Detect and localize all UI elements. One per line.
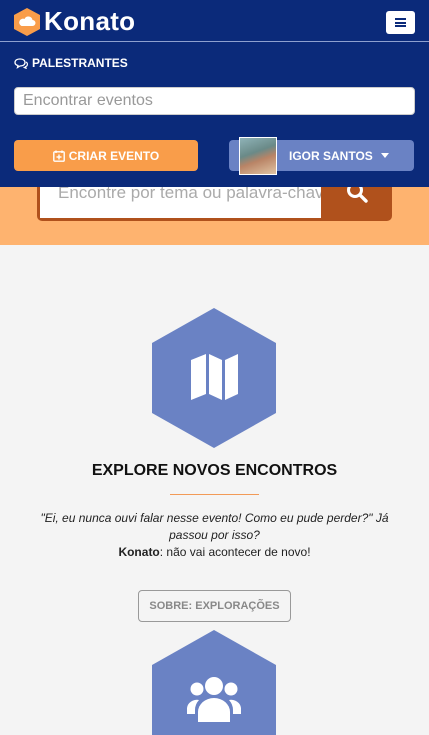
brand-row: Konato xyxy=(0,0,429,42)
feature-title: EXPLORE NOVOS ENCONTROS xyxy=(91,462,338,479)
feature-description: "Ei, eu nunca ouvi falar nesse evento! C… xyxy=(22,510,407,561)
feature-brand: Konato xyxy=(118,545,160,559)
brand-name: Konato xyxy=(44,6,136,36)
cloud-hex-logo-icon xyxy=(14,7,40,36)
create-event-button[interactable]: CRIAR EVENTO xyxy=(14,140,198,171)
comments-icon xyxy=(14,57,28,69)
caret-down-icon xyxy=(380,153,389,158)
nav-palestrantes[interactable]: PALESTRANTES xyxy=(14,56,128,70)
calendar-plus-icon xyxy=(52,150,65,162)
nav-palestrantes-label: PALESTRANTES xyxy=(32,56,128,70)
search-events-input[interactable] xyxy=(14,87,415,115)
hamburger-icon xyxy=(395,18,406,27)
feature-quote: "Ei, eu nunca ouvi falar nesse evento! C… xyxy=(40,511,389,542)
menu-toggle-button[interactable] xyxy=(386,11,415,34)
brand-logo-link[interactable]: Konato xyxy=(14,6,135,37)
avatar xyxy=(239,136,277,175)
users-hexagon-icon xyxy=(152,630,276,735)
feature-tail: : não vai acontecer de novo! xyxy=(159,545,311,559)
user-name: IGOR SANTOS xyxy=(289,148,373,163)
user-menu-dropdown[interactable]: IGOR SANTOS xyxy=(229,136,414,175)
about-explorations-button[interactable]: SOBRE: EXPLORAÇÕES xyxy=(138,590,291,622)
create-event-label: CRIAR EVENTO xyxy=(68,148,160,163)
map-hexagon-icon xyxy=(152,308,276,448)
navbar: Konato PALESTRANTES CRIAR EVENTO IGOR SA… xyxy=(0,0,429,187)
divider xyxy=(170,494,259,495)
